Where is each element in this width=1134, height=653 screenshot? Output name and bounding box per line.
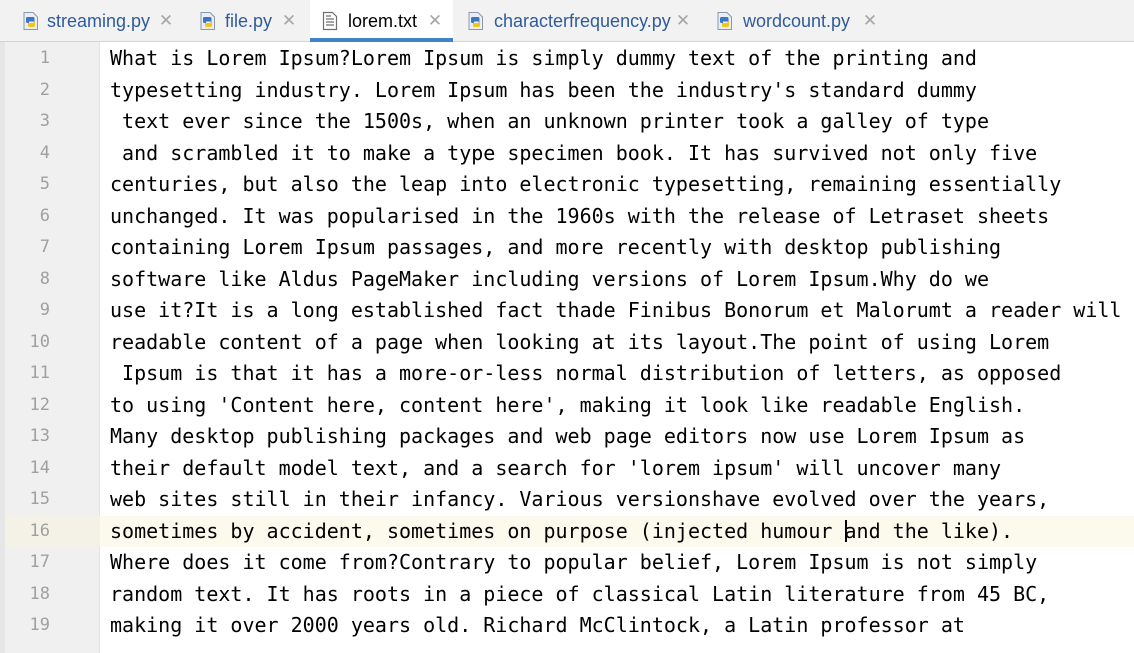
python-file-icon (23, 12, 38, 30)
editor-line[interactable]: 13 Many desktop publishing packages and w… (0, 421, 1134, 453)
tab-file-py[interactable]: file.py ✕ (193, 0, 301, 42)
editor-line[interactable]: 17 Where does it come from?Contrary to po… (0, 547, 1134, 579)
line-number: 7 (39, 237, 50, 257)
line-number: 8 (39, 268, 50, 289)
line-number: 19 (29, 615, 50, 635)
line-text: their default model text, and a search f… (110, 455, 1002, 480)
editor-line[interactable]: 12 to using 'Content here, content here',… (0, 390, 1134, 422)
line-number: 11 (29, 363, 50, 383)
tab-characterfrequency-py[interactable]: characterfrequency.py ✕ (461, 0, 697, 42)
tab-wordcount-py[interactable]: wordcount.py ✕ (710, 0, 880, 42)
line-number: 2 (39, 79, 50, 100)
line-text: What is Lorem Ipsum?Lorem Ipsum is simpl… (110, 46, 977, 70)
editor-line[interactable]: 2 typesetting industry. Lorem Ipsum has b… (0, 75, 1134, 107)
line-text: sometimes by accident, sometimes on purp… (110, 516, 1013, 548)
text-file-icon (322, 11, 338, 31)
tab-label: lorem.txt (348, 11, 418, 31)
line-number: 3 (39, 111, 50, 131)
editor-line[interactable]: 5 centuries, but also the leap into elect… (0, 169, 1134, 201)
line-text: containing Lorem Ipsum passages, and mor… (110, 235, 1002, 259)
line-number: 18 (29, 583, 50, 604)
line-text-before-caret: sometimes by accident, sometimes on purp… (110, 518, 845, 543)
line-text: typesetting industry. Lorem Ipsum has be… (110, 77, 977, 102)
editor-line[interactable]: 16 sometimes by accident, sometimes on pu… (0, 516, 1134, 548)
editor-line[interactable]: 18 random text. It has roots in a piece o… (0, 579, 1134, 611)
text-editor[interactable]: 1 What is Lorem Ipsum?Lorem Ipsum is simp… (0, 42, 1134, 653)
editor-line[interactable]: 14 their default model text, and a search… (0, 453, 1134, 485)
editor-line[interactable]: 3 text ever since the 1500s, when an unk… (0, 106, 1134, 138)
line-text-after-caret: and the like). (844, 518, 1014, 543)
line-number: 10 (29, 331, 50, 352)
line-number: 16 (29, 520, 50, 541)
line-text: to using 'Content here, content here', m… (110, 392, 1026, 417)
close-tab-icon[interactable]: ✕ (279, 10, 299, 32)
line-number: 14 (29, 457, 50, 478)
close-tab-icon[interactable]: ✕ (425, 10, 445, 32)
line-text: unchanged. It was popularised in the 196… (110, 203, 1050, 228)
line-text: use it?It is a long established fact tha… (110, 298, 1134, 322)
editor-line[interactable]: 6 unchanged. It was popularised in the 19… (0, 201, 1134, 233)
line-text: Many desktop publishing packages and web… (110, 424, 1026, 448)
editor-line[interactable]: 11 Ipsum is that it has a more-or-less n… (0, 358, 1134, 390)
close-tab-icon[interactable]: ✕ (156, 10, 176, 32)
line-number: 15 (29, 489, 50, 509)
close-tab-icon[interactable]: ✕ (673, 10, 693, 32)
line-text: Where does it come from?Contrary to popu… (110, 550, 1038, 574)
line-text: centuries, but also the leap into electr… (110, 172, 1062, 196)
line-text: and scrambled it to make a type specimen… (110, 140, 1038, 165)
python-file-icon (200, 12, 215, 30)
editor-line[interactable]: 9 use it?It is a long established fact th… (0, 295, 1134, 327)
editor-line[interactable]: 7 containing Lorem Ipsum passages, and mo… (0, 232, 1134, 264)
close-tab-icon[interactable]: ✕ (860, 10, 880, 32)
python-file-icon (468, 12, 483, 30)
line-text: software like Aldus PageMaker including … (110, 266, 989, 291)
editor-line[interactable]: 15 web sites still in their infancy. Vari… (0, 484, 1134, 516)
ide-window: streaming.py ✕ file.py ✕ lorem.txt ✕ cha… (0, 0, 1134, 653)
line-number: 12 (29, 394, 50, 415)
line-number: 6 (39, 205, 50, 226)
line-number: 9 (39, 300, 50, 320)
editor-line[interactable]: 10 readable content of a page when lookin… (0, 327, 1134, 359)
tab-label: streaming.py (47, 11, 151, 31)
tab-label: characterfrequency.py (494, 11, 671, 31)
tab-lorem-txt[interactable]: lorem.txt ✕ (310, 0, 453, 42)
line-number: 1 (39, 48, 50, 68)
line-number: 13 (29, 426, 50, 446)
line-text: readable content of a page when looking … (110, 329, 1050, 354)
line-text: web sites still in their infancy. Variou… (110, 487, 1050, 511)
editor-line[interactable]: 19 making it over 2000 years old. Richard… (0, 610, 1134, 642)
tab-label: file.py (225, 11, 273, 31)
tab-streaming-py[interactable]: streaming.py ✕ (16, 0, 178, 42)
tab-label: wordcount.py (743, 11, 851, 31)
editor-line[interactable]: 1 What is Lorem Ipsum?Lorem Ipsum is simp… (0, 43, 1134, 75)
editor-line[interactable]: 8 software like Aldus PageMaker including… (0, 264, 1134, 296)
python-file-icon (717, 12, 732, 30)
line-text: text ever since the 1500s, when an unkno… (110, 109, 989, 133)
line-text: Ipsum is that it has a more-or-less norm… (110, 361, 1062, 385)
line-text: random text. It has roots in a piece of … (110, 581, 1050, 606)
editor-line[interactable]: 4 and scrambled it to make a type specim… (0, 138, 1134, 170)
line-number: 5 (39, 174, 50, 194)
editor-tab-bar: streaming.py ✕ file.py ✕ lorem.txt ✕ cha… (0, 0, 1134, 42)
line-number: 4 (39, 142, 50, 163)
line-number: 17 (29, 552, 50, 572)
line-text: making it over 2000 years old. Richard M… (110, 613, 965, 637)
